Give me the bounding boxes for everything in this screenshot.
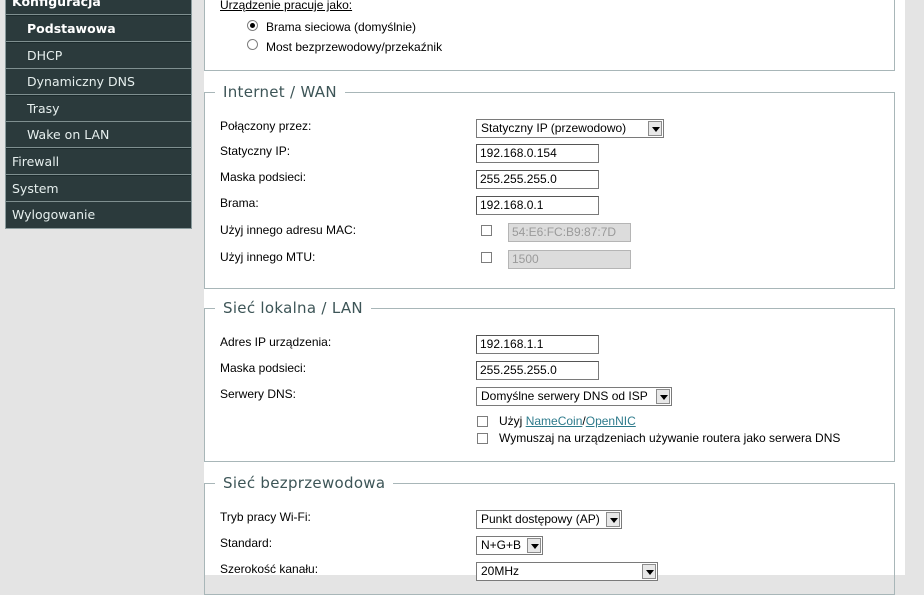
chevron-down-icon — [527, 538, 541, 553]
chevron-down-icon — [656, 389, 670, 404]
mode-gateway-label: Brama sieciowa (domyślnie) — [266, 20, 417, 34]
right-margin — [905, 0, 924, 575]
lan-subnet-input[interactable]: 255.255.255.0 — [476, 361, 599, 380]
content-panel: Urządzenie pracuje jako: Brama sieciowa … — [204, 0, 905, 595]
wan-subnet-label: Maska podsieci: — [220, 170, 307, 184]
sidebar-section-konfiguracja[interactable]: Konfiguracja — [6, 0, 191, 15]
wan-mtu-checkbox[interactable] — [481, 252, 492, 263]
lan-alt-dns-prefix: Użyj — [499, 414, 523, 428]
wifi-width-label: Szerokość kanału: — [220, 562, 319, 576]
mode-bridge-radio[interactable] — [247, 39, 258, 50]
wifi-mode-value: Punkt dostępowy (AP) — [481, 512, 600, 526]
lan-ip-label: Adres IP urządzenia: — [220, 335, 332, 349]
lan-alt-dns-label: Użyj NameCoin/OpenNIC — [499, 414, 636, 428]
lan-section: Sieć lokalna / LAN Adres IP urządzenia: … — [204, 299, 895, 462]
namecoin-link[interactable]: NameCoin — [526, 414, 583, 428]
sidebar-item-routes[interactable]: Trasy — [6, 96, 191, 122]
mode-label: Urządzenie pracuje jako: — [220, 0, 353, 12]
sidebar-item-podstawowa[interactable]: Podstawowa — [6, 16, 191, 42]
wan-title: Internet / WAN — [215, 83, 345, 101]
lan-title: Sieć lokalna / LAN — [215, 299, 371, 317]
sidebar-item-dynamic-dns[interactable]: Dynamiczny DNS — [6, 69, 191, 95]
wifi-mode-select[interactable]: Punkt dostępowy (AP) — [476, 510, 622, 529]
wifi-width-select[interactable]: 20MHz — [476, 562, 658, 581]
wifi-width-value: 20MHz — [481, 564, 520, 578]
wifi-section: Sieć bezprzewodowa Tryb pracy Wi-Fi: Pun… — [204, 474, 895, 595]
wan-gateway-label: Brama: — [220, 196, 259, 210]
wan-subnet-input[interactable]: 255.255.255.0 — [476, 170, 599, 189]
wan-connection-type-value: Statyczny IP (przewodowo) — [481, 121, 627, 135]
lan-subnet-label: Maska podsieci: — [220, 361, 307, 375]
wan-mtu-input[interactable]: 1500 — [508, 250, 631, 269]
sidebar-item-system[interactable]: System — [6, 176, 191, 202]
wan-connection-type-select[interactable]: Statyczny IP (przewodowo) — [476, 119, 664, 138]
wan-mtu-label: Użyj innego MTU: — [220, 250, 316, 264]
wifi-standard-label: Standard: — [220, 536, 273, 550]
lan-dns-select[interactable]: Domyślne serwery DNS od ISP — [476, 387, 672, 406]
wan-connected-via-label: Połączony przez: — [220, 119, 312, 133]
mode-section: Urządzenie pracuje jako: Brama sieciowa … — [204, 0, 895, 71]
mode-gateway-radio[interactable] — [247, 20, 258, 31]
wan-gateway-input[interactable]: 192.168.0.1 — [476, 196, 599, 215]
lan-force-dns-checkbox[interactable] — [477, 433, 488, 444]
wifi-standard-select[interactable]: N+G+B — [476, 536, 543, 555]
chevron-down-icon — [642, 564, 656, 579]
wan-mac-checkbox[interactable] — [481, 225, 492, 236]
chevron-down-icon — [606, 512, 620, 527]
sidebar-nav: Konfiguracja Podstawowa DHCP Dynamiczny … — [5, 0, 192, 229]
sidebar-item-firewall[interactable]: Firewall — [6, 149, 191, 175]
chevron-down-icon — [648, 121, 662, 136]
wan-mac-input[interactable]: 54:E6:FC:B9:87:7D — [508, 223, 631, 242]
opennic-link[interactable]: OpenNIC — [586, 414, 636, 428]
wifi-mode-label: Tryb pracy Wi-Fi: — [220, 510, 311, 524]
wifi-title: Sieć bezprzewodowa — [215, 474, 394, 492]
lan-ip-input[interactable]: 192.168.1.1 — [476, 335, 599, 354]
wan-static-ip-label: Statyczny IP: — [220, 144, 291, 158]
lan-dns-value: Domyślne serwery DNS od ISP — [481, 389, 648, 403]
sidebar-item-dhcp[interactable]: DHCP — [6, 43, 191, 69]
wan-section: Internet / WAN Połączony przez: Statyczn… — [204, 83, 895, 289]
mode-bridge-label: Most bezprzewodowy/przekaźnik — [266, 40, 443, 54]
lan-alt-dns-checkbox[interactable] — [477, 416, 488, 427]
sidebar-item-wake-on-lan[interactable]: Wake on LAN — [6, 122, 191, 148]
lan-dns-label: Serwery DNS: — [220, 387, 297, 401]
wan-mac-label: Użyj innego adresu MAC: — [220, 223, 357, 237]
wan-static-ip-input[interactable]: 192.168.0.154 — [476, 144, 599, 163]
lan-force-dns-label: Wymuszaj na urządzeniach używanie router… — [499, 431, 841, 445]
sidebar-item-logout[interactable]: Wylogowanie — [6, 202, 191, 228]
wifi-standard-value: N+G+B — [481, 538, 522, 552]
